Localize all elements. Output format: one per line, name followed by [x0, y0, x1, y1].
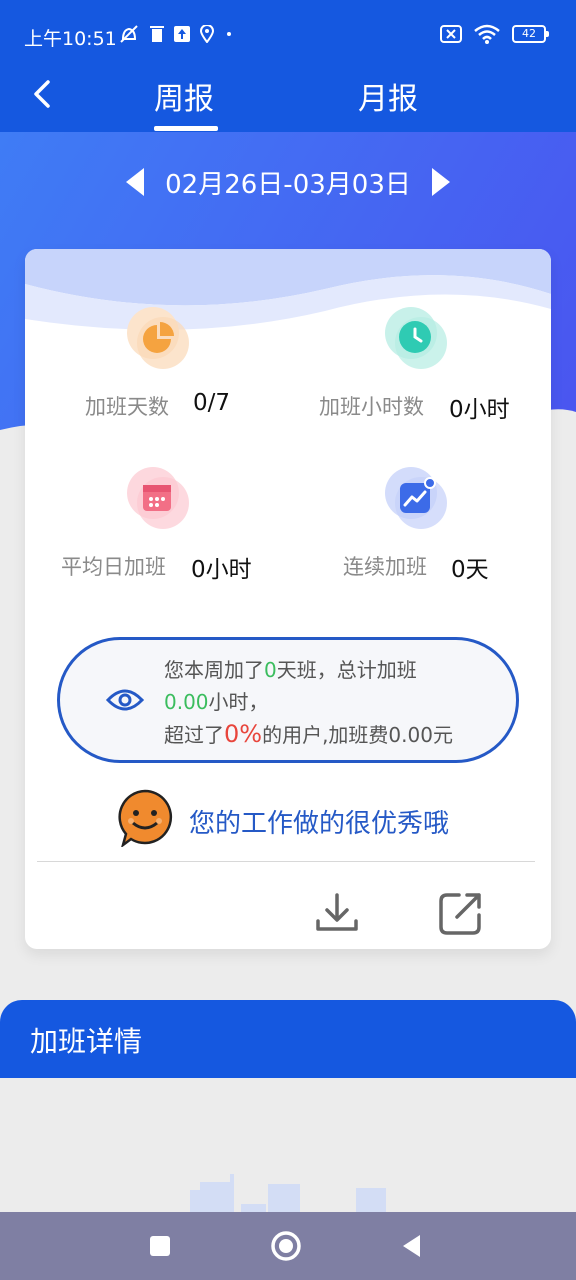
download-icon[interactable] [313, 889, 361, 937]
home-icon[interactable] [270, 1230, 302, 1262]
stat-value-avg-daily: 0小时 [191, 557, 252, 583]
active-tab-indicator [154, 126, 218, 131]
recent-apps-icon[interactable] [144, 1230, 176, 1262]
calendar-icon [127, 467, 189, 529]
location-icon [200, 25, 214, 43]
back-arrow-icon[interactable] [26, 76, 62, 112]
mute-alarm-icon [120, 25, 138, 43]
stat-label-overtime-hours: 加班小时数 [319, 395, 424, 419]
summary-percent: 0% [224, 720, 263, 748]
status-time: 上午10:51 [24, 28, 117, 50]
tab-monthly[interactable]: 月报 [358, 74, 418, 118]
stat-label-avg-daily: 平均日加班 [61, 555, 166, 579]
share-icon[interactable] [437, 889, 485, 937]
top-header: 周报 月报 [0, 64, 576, 132]
sim-off-icon [440, 25, 462, 43]
stat-value-consecutive: 0天 [451, 557, 489, 583]
clock-icon [385, 307, 447, 369]
stat-value-overtime-days: 0/7 [193, 390, 231, 416]
summary-text: 您本周加了0天班，总计加班 0.00小时， 超过了0%的用户,加班费0.00元 [164, 658, 453, 748]
details-title: 加班详情 [30, 1025, 143, 1058]
details-section-header: 加班详情 [0, 1000, 576, 1078]
summary-days: 0 [264, 658, 277, 682]
trend-chart-icon [385, 467, 447, 529]
date-range-label: 02月26日-03月03日 [165, 170, 411, 200]
weekly-report-card: 加班天数 0/7 加班小时数 0小时 平均日加班 0小时 连续加班 0天 您本周… [25, 249, 551, 949]
wifi-icon [474, 24, 500, 44]
praise-text: 您的工作做的很优秀哦 [189, 809, 450, 839]
system-nav-bar [0, 1212, 576, 1280]
card-divider [37, 861, 535, 862]
summary-hours: 0.00 [164, 690, 209, 714]
status-bar: 上午10:51 42 [0, 0, 576, 64]
tab-weekly[interactable]: 周报 [154, 74, 214, 118]
status-notification-icons [118, 24, 234, 44]
eye-icon [106, 689, 144, 711]
dot-icon [227, 32, 231, 36]
trash-icon [150, 26, 164, 42]
card-wave-decoration [25, 249, 551, 330]
city-illustration [190, 1174, 386, 1212]
summary-panel: 您本周加了0天班，总计加班 0.00小时， 超过了0%的用户,加班费0.00元 [57, 637, 519, 763]
stat-value-overtime-hours: 0小时 [449, 397, 510, 423]
smiley-chat-icon [118, 789, 173, 847]
stat-label-consecutive: 连续加班 [343, 555, 427, 579]
pie-chart-icon [127, 307, 189, 369]
upload-icon [174, 26, 190, 42]
next-week-icon[interactable] [428, 166, 454, 198]
date-navigator: 02月26日-03月03日 [0, 160, 576, 204]
back-icon[interactable] [396, 1230, 428, 1262]
stat-label-overtime-days: 加班天数 [85, 395, 169, 419]
battery-indicator: 42 [512, 25, 549, 43]
